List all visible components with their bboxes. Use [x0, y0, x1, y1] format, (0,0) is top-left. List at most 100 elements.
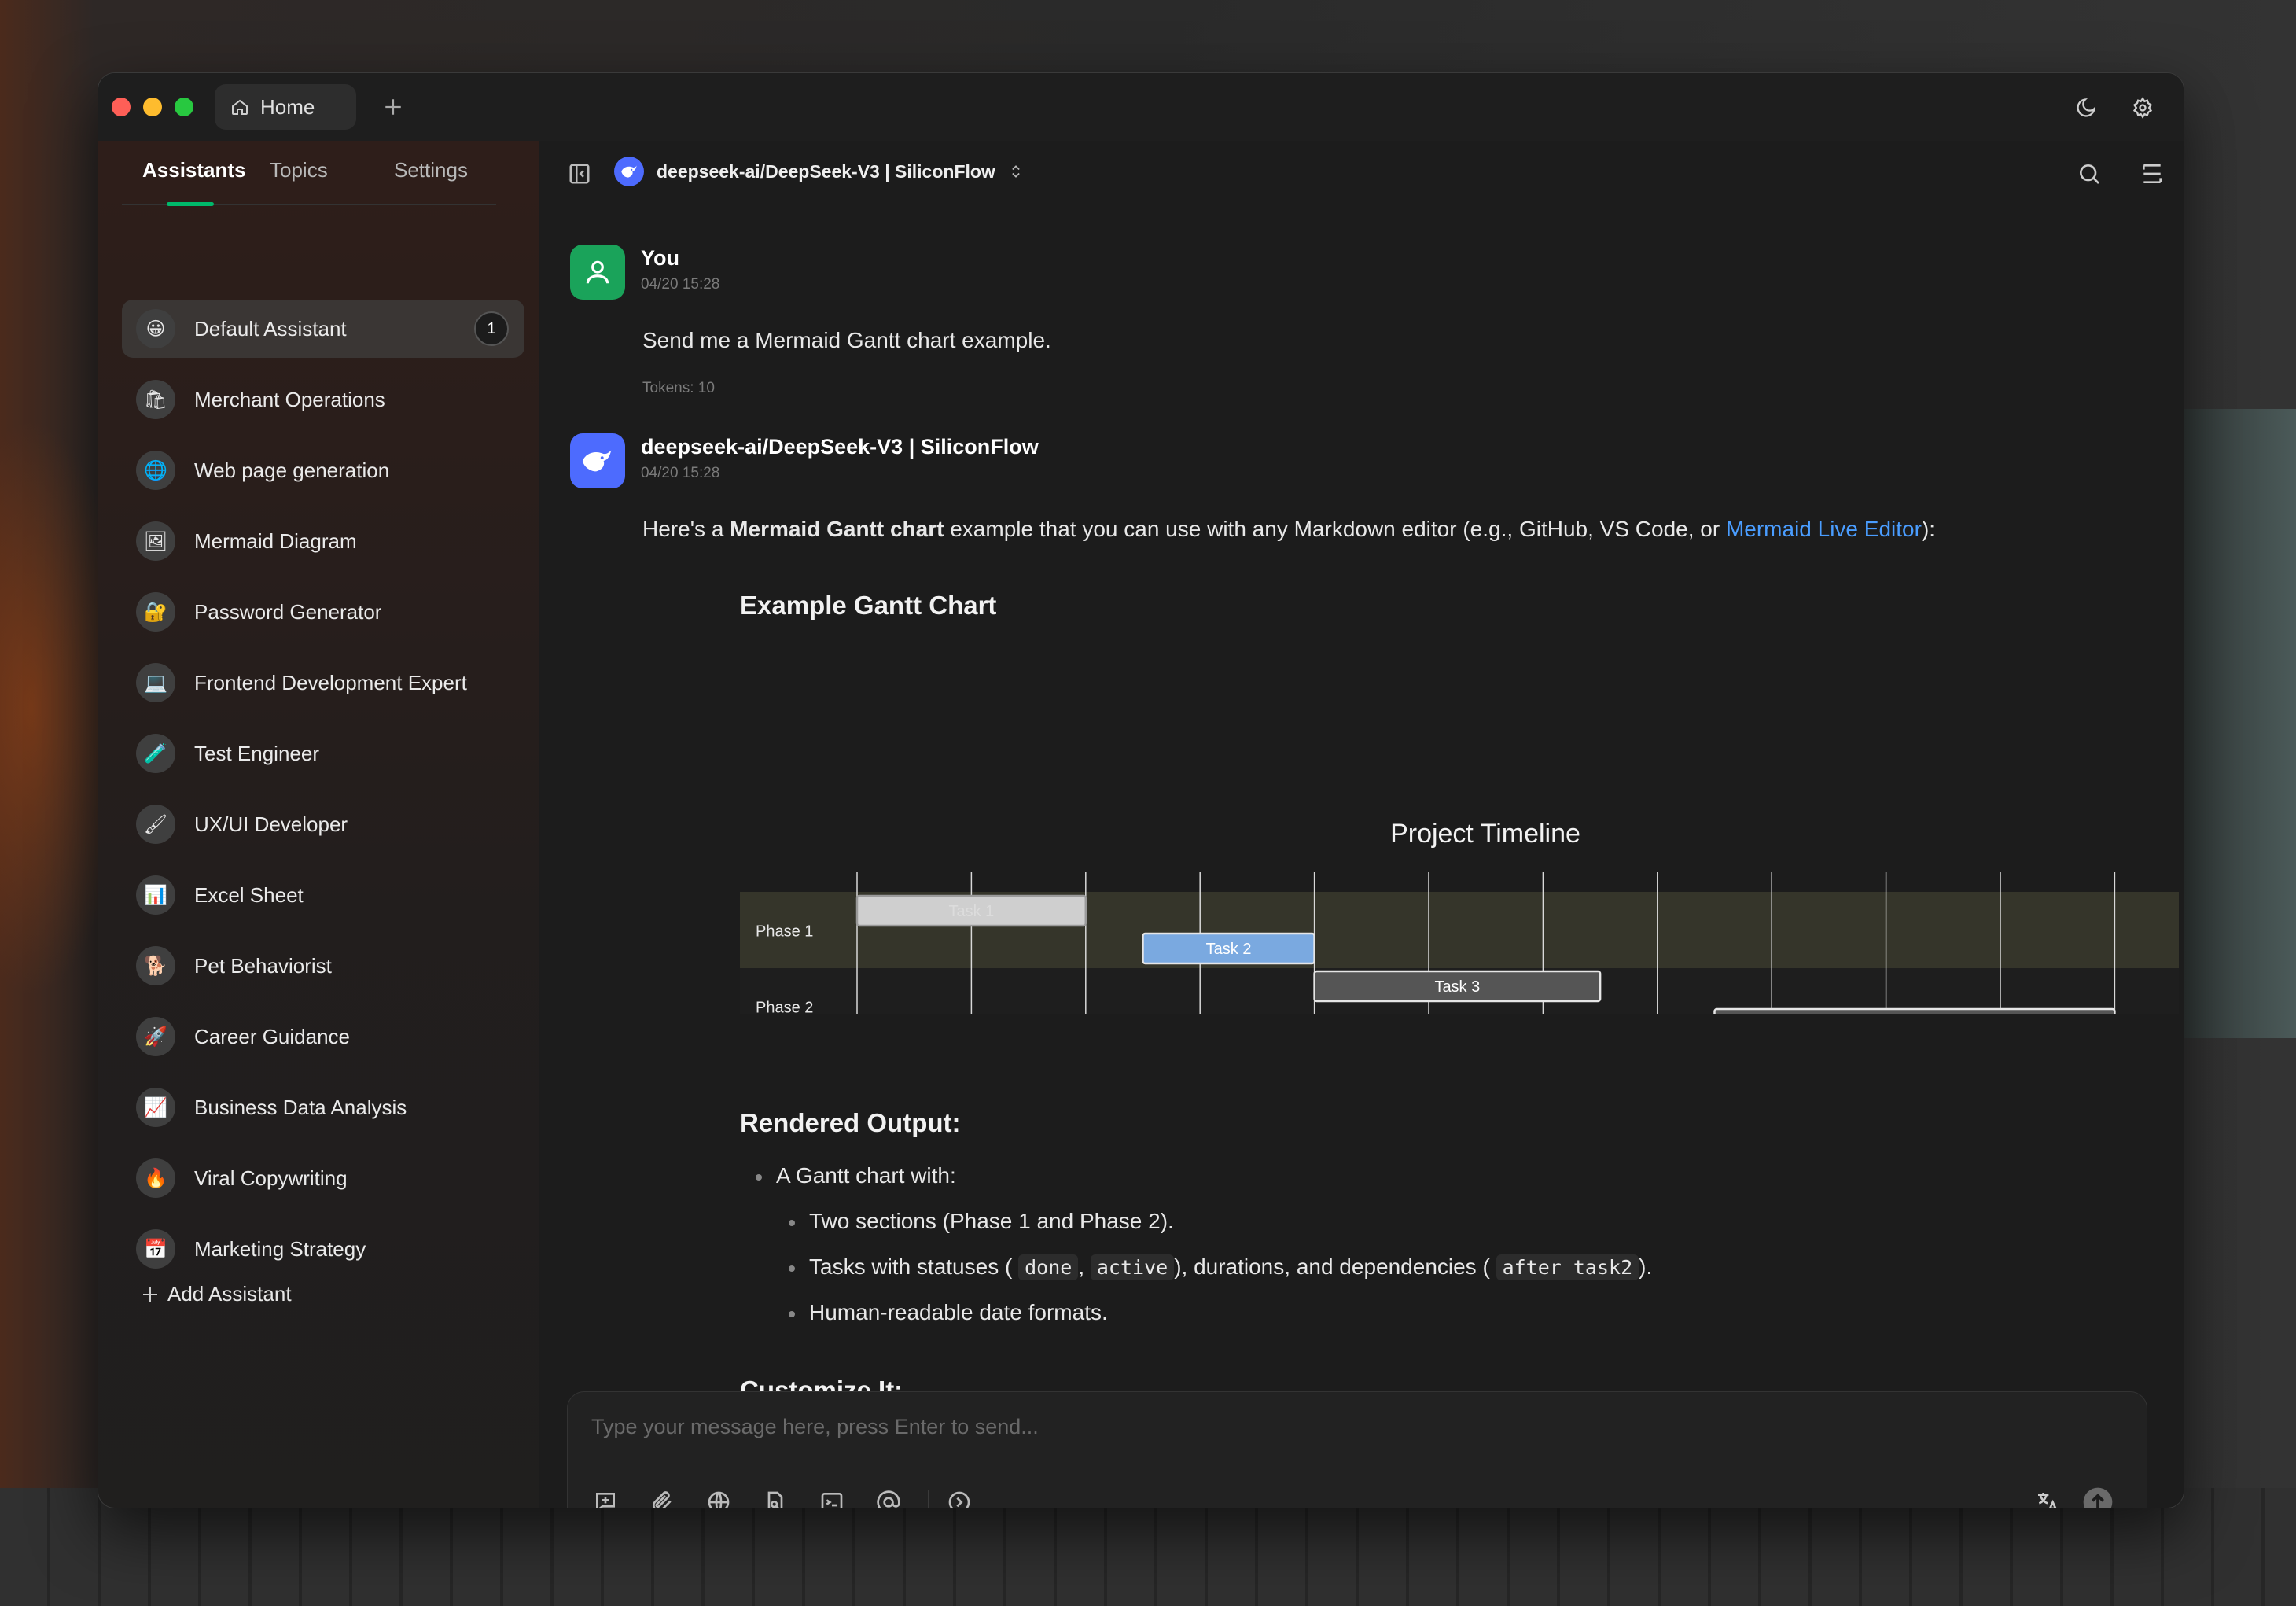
- search-button[interactable]: [2070, 155, 2108, 193]
- app-window: Home Assistants Topics Settings 😀 Defaul…: [98, 72, 2184, 1508]
- tab-assistants[interactable]: Assistants: [142, 158, 246, 182]
- assistant-item-viral[interactable]: 🔥 Viral Copywriting: [122, 1149, 524, 1207]
- list-item-text: Human-readable date formats.: [809, 1300, 1108, 1324]
- assistant-label: Excel Sheet: [194, 882, 304, 907]
- sidebar-collapse-icon: [569, 164, 590, 184]
- list-item-text: ), durations, and dependencies (: [1174, 1254, 1490, 1279]
- terminal-icon: [821, 1493, 843, 1508]
- assistant-avatar: 📈: [136, 1088, 175, 1127]
- assistant-label: Career Guidance: [194, 1024, 350, 1048]
- chat-topbar: deepseek-ai/DeepSeek-V3 | SiliconFlow: [539, 141, 2184, 208]
- send-button[interactable]: [2081, 1485, 2115, 1508]
- add-assistant-label: Add Assistant: [167, 1282, 292, 1306]
- web-search-button[interactable]: [701, 1485, 736, 1508]
- home-icon: [230, 98, 249, 116]
- title-bar: Home: [98, 73, 2184, 141]
- theme-toggle-button[interactable]: [2069, 90, 2103, 125]
- assistant-avatar: 🚀: [136, 1017, 175, 1056]
- knowledge-base-button[interactable]: [758, 1485, 793, 1508]
- assistant-avatar: 🛍: [136, 380, 175, 419]
- translate-icon: [2038, 1493, 2057, 1508]
- mermaid-live-editor-link[interactable]: Mermaid Live Editor: [1726, 517, 1922, 541]
- inline-code: active: [1090, 1254, 1175, 1280]
- assistant-item-uxui[interactable]: 🖌 UX/UI Developer: [122, 795, 524, 853]
- assistant-item-password[interactable]: 🔐 Password Generator: [122, 583, 524, 641]
- assistant-item-marketing[interactable]: 📅 Marketing Strategy: [122, 1220, 524, 1278]
- list-item: Two sections (Phase 1 and Phase 2).: [789, 1209, 1174, 1234]
- tab-topics[interactable]: Topics: [270, 158, 328, 182]
- assistant-label: UX/UI Developer: [194, 812, 348, 836]
- assistant-timestamp: 04/20 15:28: [641, 465, 720, 481]
- heading-example: Example Gantt Chart: [740, 591, 997, 620]
- assistant-item-career[interactable]: 🚀 Career Guidance: [122, 1007, 524, 1066]
- model-name: deepseek-ai/DeepSeek-V3 | SiliconFlow: [657, 160, 995, 182]
- new-topic-button[interactable]: [588, 1485, 623, 1508]
- assistant-label: Business Data Analysis: [194, 1095, 407, 1119]
- message-input[interactable]: [591, 1409, 2085, 1444]
- assistant-item-merchant[interactable]: 🛍 Merchant Operations: [122, 370, 524, 429]
- mcp-button[interactable]: [815, 1485, 849, 1508]
- model-selector[interactable]: deepseek-ai/DeepSeek-V3 | SiliconFlow: [614, 157, 1024, 186]
- assistant-avatar: 🧪: [136, 734, 175, 773]
- tab-home-label: Home: [260, 94, 315, 119]
- assistant-avatar: 💻: [136, 663, 175, 702]
- token-count: Tokens: 10: [642, 380, 715, 396]
- chevron-updown-icon: [1012, 165, 1020, 178]
- sidebar: Assistants Topics Settings 😀 Default Ass…: [98, 141, 539, 1508]
- heading-rendered: Rendered Output:: [740, 1108, 961, 1137]
- layout-button[interactable]: [2133, 155, 2171, 193]
- close-window-button[interactable]: [112, 98, 131, 116]
- assistant-item-frontend[interactable]: 💻 Frontend Development Expert: [122, 654, 524, 712]
- toggle-sidebar-button[interactable]: [561, 155, 598, 193]
- assistant-item-test[interactable]: 🧪 Test Engineer: [122, 724, 524, 783]
- new-tab-button[interactable]: [373, 87, 413, 127]
- minimize-window-button[interactable]: [143, 98, 162, 116]
- assistant-intro: Here's a Mermaid Gantt chart example tha…: [642, 517, 1935, 542]
- intro-text: ):: [1921, 517, 1936, 541]
- expand-button[interactable]: [942, 1485, 977, 1508]
- paperclip-icon: [653, 1491, 672, 1508]
- attach-button[interactable]: [645, 1485, 679, 1508]
- settings-button[interactable]: [2125, 90, 2160, 125]
- assistant-label: Default Assistant: [194, 316, 347, 341]
- search-icon: [2080, 164, 2099, 184]
- assistant-item-pet[interactable]: 🐕 Pet Behaviorist: [122, 937, 524, 995]
- assistant-label: Test Engineer: [194, 741, 319, 765]
- inline-code: done: [1018, 1254, 1079, 1280]
- topic-count-badge: 1: [474, 311, 509, 346]
- assistant-label: Merchant Operations: [194, 387, 385, 411]
- assistant-label: Web page generation: [194, 458, 390, 482]
- maximize-window-button[interactable]: [175, 98, 193, 116]
- assistant-item-webpage[interactable]: 🌐 Web page generation: [122, 441, 524, 499]
- tab-home[interactable]: Home: [215, 84, 356, 130]
- mention-model-button[interactable]: [871, 1485, 906, 1508]
- user-icon: [586, 260, 609, 284]
- list-item: Human-readable date formats.: [789, 1300, 1108, 1325]
- file-search-icon: [767, 1491, 783, 1508]
- active-tab-indicator: [167, 202, 214, 206]
- assistant-avatar: 🐕: [136, 946, 175, 985]
- assistant-avatar: 🔐: [136, 592, 175, 632]
- list-item: A Gantt chart with:: [756, 1163, 956, 1188]
- assistant-item-business[interactable]: 📈 Business Data Analysis: [122, 1078, 524, 1136]
- deepseek-whale-icon: [582, 450, 612, 472]
- plus-icon: [385, 99, 401, 115]
- add-assistant-button[interactable]: Add Assistant: [141, 1282, 292, 1306]
- assistant-avatar: 📅: [136, 1229, 175, 1269]
- at-icon: [877, 1490, 900, 1508]
- assistant-label: Frontend Development Expert: [194, 670, 467, 694]
- inline-code: after task2: [1496, 1254, 1639, 1280]
- sidebar-tabs: Assistants Topics Settings: [122, 141, 496, 206]
- assistant-avatar: 🖌: [136, 805, 175, 844]
- translate-button[interactable]: [2030, 1485, 2065, 1508]
- gantt-task-label: Task 3: [1434, 978, 1480, 996]
- assistant-item-default[interactable]: 😀 Default Assistant 1: [122, 300, 524, 358]
- plus-icon: [143, 1287, 157, 1302]
- assistant-label: Marketing Strategy: [194, 1236, 366, 1261]
- assistant-item-mermaid[interactable]: 🖼 Mermaid Diagram: [122, 512, 524, 570]
- assistant-item-excel[interactable]: 📊 Excel Sheet: [122, 866, 524, 924]
- gantt-chart: Phase 1Phase 2Oct 01Oct 03Oct 05Oct 07Oc…: [740, 819, 2179, 1014]
- tab-settings[interactable]: Settings: [394, 158, 468, 182]
- intro-bold: Mermaid Gantt chart: [730, 517, 944, 541]
- chat-panel: deepseek-ai/DeepSeek-V3 | SiliconFlow Yo…: [539, 141, 2184, 1508]
